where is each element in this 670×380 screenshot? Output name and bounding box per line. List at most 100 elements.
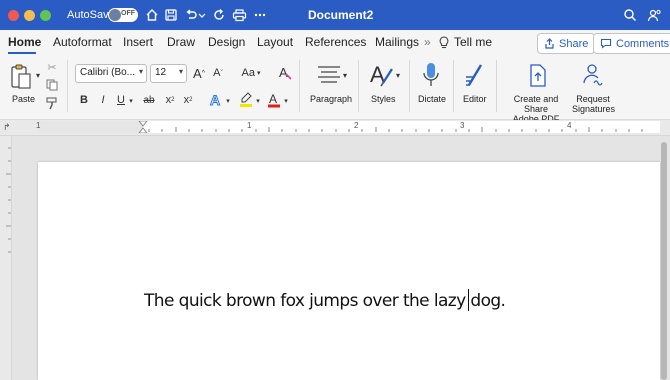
paste-icon[interactable] (8, 62, 34, 92)
cut-icon[interactable]: ✂ (45, 60, 59, 74)
font-color-icon[interactable]: A (266, 91, 282, 109)
comments-label: Comments (616, 37, 670, 50)
strikethrough-button[interactable]: ab (142, 93, 156, 107)
subscript-button[interactable]: x2 (164, 93, 176, 107)
ruler-number: 1 (247, 121, 252, 130)
svg-text:A: A (210, 92, 220, 108)
ruler-number: 1 (36, 121, 41, 130)
share-icon (545, 38, 554, 49)
chevron-down-icon[interactable]: ▾ (255, 96, 261, 106)
highlighter-icon[interactable] (238, 91, 254, 109)
more-options-icon[interactable] (252, 7, 268, 23)
tab-layout[interactable]: Layout (257, 35, 293, 49)
styles-icon[interactable]: A (368, 60, 396, 90)
vertical-ruler[interactable] (0, 136, 12, 380)
chevron-down-icon: ▾ (138, 67, 143, 76)
request-sig-line1: Request (576, 94, 610, 104)
comment-icon (600, 38, 612, 49)
clear-format-icon[interactable]: A (276, 63, 294, 81)
superscript-button[interactable]: x2 (182, 93, 194, 107)
font-size-value: 12 (155, 67, 167, 78)
separator (496, 60, 497, 112)
font-name-select[interactable]: Calibri (Bo... ▾ (75, 64, 147, 83)
chevron-down-icon[interactable]: ▾ (283, 96, 289, 106)
styles-label: Styles (371, 94, 396, 104)
more-tabs-chevron-icon[interactable]: » (424, 35, 431, 49)
share-button[interactable]: Share (537, 33, 596, 54)
tab-autoformat[interactable]: Autoformat (53, 35, 112, 49)
document-body-text[interactable]: The quick brown fox jumps over the lazy … (144, 291, 506, 311)
text-effects-icon[interactable]: A (208, 91, 224, 109)
svg-text:A: A (269, 92, 277, 106)
account-icon[interactable] (646, 7, 662, 23)
font-name-value: Calibri (Bo... (80, 67, 136, 78)
tab-insert[interactable]: Insert (123, 35, 153, 49)
ribbon-tabs: Home Autoformat Insert Draw Design Layou… (0, 30, 670, 56)
adobe-pdf-icon[interactable] (526, 60, 550, 90)
document-page[interactable] (38, 162, 660, 380)
tell-me-search[interactable]: Tell me (454, 35, 492, 49)
close-window-button[interactable] (8, 10, 19, 21)
document-title: Document2 (308, 8, 374, 22)
microphone-icon[interactable] (420, 60, 442, 90)
shrink-font-icon[interactable]: Aˇ (210, 64, 226, 82)
ruler-number: 3 (460, 121, 465, 130)
underline-dropdown-icon[interactable]: ▾ (128, 96, 134, 106)
separator (453, 60, 454, 112)
tab-design[interactable]: Design (208, 35, 245, 49)
request-signatures-label[interactable]: Request Signatures (572, 94, 615, 114)
home-icon[interactable] (144, 7, 160, 23)
maximize-window-button[interactable] (40, 10, 51, 21)
autosave-toggle-state: OFF (121, 10, 135, 17)
comments-button[interactable]: Comments (593, 33, 670, 54)
autosave-toggle[interactable]: OFF (108, 8, 138, 22)
create-share-line1: Create and Share (513, 94, 559, 114)
change-case-button[interactable]: Aa ▾ (238, 65, 264, 81)
chevron-down-icon[interactable]: ▾ (394, 70, 402, 80)
paragraph-label: Paragraph (310, 94, 353, 104)
format-painter-icon[interactable] (45, 96, 59, 110)
separator (299, 60, 300, 112)
text-cursor (468, 289, 469, 311)
ruler-number: 4 (567, 121, 572, 130)
copy-icon[interactable] (45, 78, 59, 92)
tab-mailings[interactable]: Mailings (375, 35, 419, 49)
title-bar: AutoSave OFF Document2 (0, 0, 670, 30)
italic-button[interactable]: I (97, 93, 109, 107)
svg-text:A: A (279, 65, 288, 80)
separator (358, 60, 359, 112)
tab-draw[interactable]: Draw (167, 35, 195, 49)
minimize-window-button[interactable] (24, 10, 35, 21)
underline-button[interactable]: U (115, 93, 127, 107)
lightbulb-icon (438, 35, 450, 49)
toggle-knob (109, 9, 121, 21)
paragraph-icon[interactable] (314, 62, 344, 88)
ribbon-toolbar: ▾ Paste ✂ Calibri (Bo... ▾ 12 ▾ A ^ Aˇ Aa… (0, 56, 670, 124)
change-case-label: Aa (241, 67, 255, 79)
separator (67, 60, 68, 112)
active-tab-indicator (8, 52, 36, 54)
font-size-select[interactable]: 12 ▾ (150, 64, 187, 83)
save-icon[interactable] (163, 7, 179, 23)
tab-stop-selector-icon[interactable]: ↱ (3, 122, 11, 133)
tab-home[interactable]: Home (8, 35, 41, 49)
undo-dropdown-icon[interactable] (197, 7, 207, 23)
paste-dropdown-icon[interactable]: ▾ (34, 70, 42, 80)
chevron-down-icon[interactable]: ▾ (341, 70, 349, 80)
horizontal-ruler[interactable]: 1 1 2 3 4 (36, 121, 660, 133)
editor-icon[interactable] (462, 60, 488, 90)
editor-label: Editor (463, 94, 487, 104)
bold-button[interactable]: B (78, 93, 90, 107)
dictate-label: Dictate (418, 94, 447, 104)
chevron-down-icon[interactable]: ▾ (225, 96, 231, 106)
search-icon[interactable] (622, 7, 638, 23)
grow-font-icon[interactable]: A ^ (191, 64, 207, 82)
redo-icon[interactable] (211, 7, 227, 23)
request-signatures-icon[interactable] (580, 60, 606, 90)
vertical-scrollbar[interactable] (661, 142, 667, 380)
chevron-down-icon: ▾ (256, 70, 261, 77)
vertical-ruler-ticks (6, 147, 11, 253)
print-icon[interactable] (231, 7, 247, 23)
tab-references[interactable]: References (305, 35, 366, 49)
chevron-down-icon: ▾ (178, 67, 183, 76)
